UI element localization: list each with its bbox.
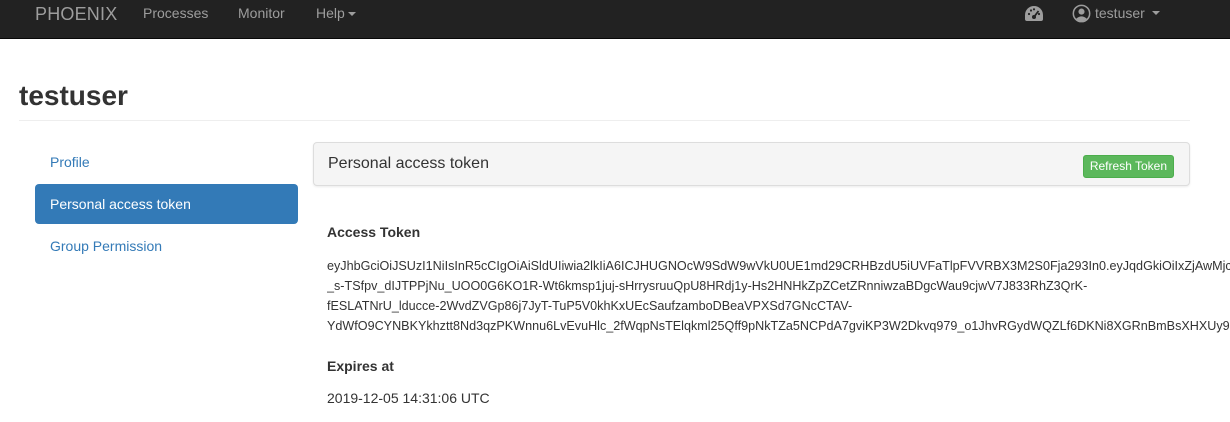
access-token-value[interactable]: eyJhbGciOiJSUzI1NiIsInR5cCIgOiAiSldUIiwi… [327,256,1230,336]
nav-help-label: Help [316,5,345,21]
user-menu-dropdown[interactable]: testuser [1072,3,1160,23]
dashboard-icon[interactable] [1024,5,1044,22]
access-token-label: Access Token [327,224,421,240]
refresh-token-button[interactable]: Refresh Token [1082,155,1174,178]
panel-heading: Personal access token Refresh Token [313,142,1190,186]
panel-title: Personal access token [328,155,489,172]
nav-processes[interactable]: Processes [143,5,208,21]
nav-help-dropdown[interactable]: Help [316,5,356,21]
sidebar-item-group-permission[interactable]: Group Permission [35,226,298,266]
caret-down-icon [347,12,356,17]
top-navbar: PHOENIX Processes Monitor Help testuser [0,0,1230,39]
title-divider [19,120,1190,121]
username-label: testuser [1095,5,1145,21]
nav-monitor[interactable]: Monitor [238,5,285,21]
token-line: fESLATNrU_lducce-2WvdZVGp86j7JyT-TuP5V0k… [327,299,853,313]
caret-down-icon [1151,11,1160,15]
token-line: eyJhbGciOiJSUzI1NiIsInR5cCIgOiAiSldUIiwi… [327,259,1230,273]
user-avatar-icon [1072,4,1091,22]
token-line: _s-TSfpv_dIJTPPjNu_UOO0G6KO1R-Wt6kmsp1ju… [327,279,1088,293]
sidebar-item-profile[interactable]: Profile [35,142,298,182]
page-title: testuser [19,80,128,111]
expires-at-label: Expires at [327,358,394,374]
brand-logo[interactable]: PHOENIX [35,4,117,24]
expires-at-value: 2019-12-05 14:31:06 UTC [327,390,490,406]
token-line: YdWfO9CYNBKYkhztt8Nd3qzPKWnnu6LvEvuHlc_2… [327,319,1230,333]
sidebar-item-personal-access-token[interactable]: Personal access token [35,184,298,224]
